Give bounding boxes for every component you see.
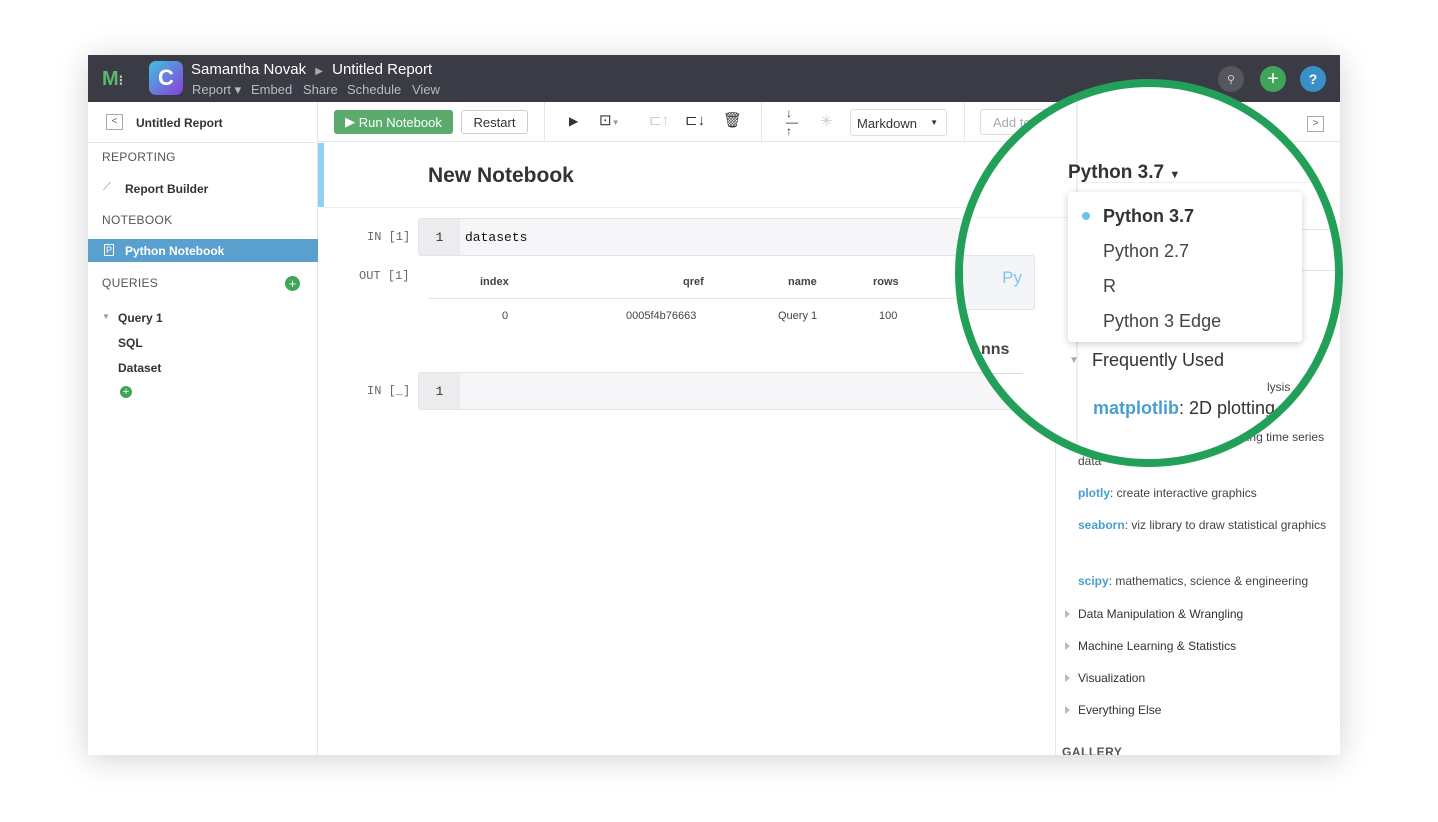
add-dataset-icon[interactable]: + (120, 386, 132, 398)
caret-down-icon[interactable]: ▼ (1069, 355, 1079, 366)
query-sql[interactable]: SQL (118, 336, 143, 350)
collapse-panel-button[interactable]: > (1307, 116, 1324, 132)
move-down-icon[interactable]: ⊏↓ (685, 111, 705, 129)
section-reporting: REPORTING (102, 150, 176, 164)
column-header: index (480, 276, 509, 288)
sparkle-icon[interactable]: ✳ (820, 112, 833, 130)
report-title[interactable]: Untitled Report (332, 61, 432, 78)
category-machine-learning[interactable]: Machine Learning & Statistics (1064, 639, 1236, 653)
search-icon[interactable]: ⚲ (1218, 66, 1244, 92)
table-cell: 0 (502, 310, 509, 322)
table-cell: Query 1 (778, 310, 818, 322)
insert-cell-icon[interactable]: ⊡▼ (599, 111, 620, 129)
category-everything-else[interactable]: Everything Else (1064, 703, 1161, 717)
add-icon[interactable]: + (1260, 66, 1286, 92)
notebook-icon: P (104, 244, 115, 256)
sidebar-item-label: Python Notebook (125, 244, 225, 258)
selected-dot-icon (1082, 212, 1090, 220)
caret-down-icon[interactable]: ▼ (102, 312, 110, 321)
user-link[interactable]: Samantha Novak (191, 61, 306, 78)
cell-prompt: IN [1] (367, 230, 411, 244)
restart-button[interactable]: Restart (461, 110, 528, 134)
menu-report[interactable]: Report ▾ (192, 82, 241, 98)
cell-code[interactable]: datasets (465, 230, 527, 245)
kernel-option-python-27[interactable]: Python 2.7 (1103, 241, 1189, 262)
help-icon[interactable]: ? (1300, 66, 1326, 92)
line-number: 1 (419, 373, 460, 409)
collapse-sidebar-button[interactable]: < (106, 114, 123, 130)
sidebar-title: Untitled Report (136, 116, 223, 130)
highlight-magnifier: Py nns Python 3.7 ▼ Python 3.7 Python 2.… (955, 79, 1343, 467)
out-prompt: OUT [1] (359, 269, 410, 283)
cell-type-select[interactable]: Markdown ▼ (850, 109, 947, 136)
add-query-icon[interactable]: + (285, 276, 300, 291)
column-header: name (788, 276, 817, 288)
py-tab[interactable]: Py (963, 255, 1035, 310)
menu-view[interactable]: View (412, 82, 440, 97)
collapse-icon[interactable]: ↓ — ↑ (786, 107, 798, 137)
library-item: matplotlib: 2D plotting (1093, 398, 1276, 418)
code-cell[interactable]: 1 (418, 372, 1058, 410)
table-cell: 100 (879, 310, 898, 322)
library-item: plotly: create interactive graphics (1078, 486, 1257, 500)
category-data-manipulation[interactable]: Data Manipulation & Wrangling (1064, 607, 1243, 621)
query-dataset[interactable]: Dataset (118, 361, 161, 375)
move-up-icon[interactable]: ⊏↑ (649, 111, 669, 129)
kernel-dropdown: Python 3.7 Python 2.7 R Python 3 Edge (1068, 192, 1302, 342)
gallery-heading: GALLERY (1062, 745, 1123, 755)
library-item: scipy: mathematics, science & engineerin… (1078, 574, 1309, 588)
cell-prompt: IN [_] (367, 384, 411, 398)
kernel-option-r[interactable]: R (1103, 276, 1116, 297)
sidebar-item-python-notebook[interactable]: P Python Notebook (88, 239, 318, 262)
partial-text: lysis (1267, 380, 1291, 394)
library-item: seaborn: viz library to draw statistical… (1078, 518, 1327, 532)
section-queries: QUERIES (102, 276, 159, 290)
report-avatar-icon: C (149, 61, 183, 95)
query-item[interactable]: Query 1 (118, 311, 163, 325)
section-heading-partial: nns (981, 341, 1010, 358)
notebook-title[interactable]: New Notebook (428, 164, 574, 188)
sidebar-item-report-builder[interactable]: Report Builder (125, 182, 208, 196)
column-header: qref (683, 276, 704, 288)
category-visualization[interactable]: Visualization (1064, 671, 1145, 685)
menu-share[interactable]: Share (303, 82, 338, 97)
chart-icon: ⟋ (103, 181, 111, 193)
delete-icon[interactable]: 🗑 (723, 111, 742, 129)
kernel-option-python-3-edge[interactable]: Python 3 Edge (1103, 311, 1221, 332)
kernel-select[interactable]: Python 3.7 ▼ (1068, 162, 1180, 184)
run-notebook-button[interactable]: ▶ Run Notebook (334, 110, 453, 134)
line-number: 1 (419, 219, 460, 255)
section-notebook: NOTEBOOK (102, 213, 173, 227)
frequently-used-toggle[interactable]: Frequently Used (1092, 350, 1224, 371)
breadcrumb: Samantha Novak ▶ Untitled Report (191, 61, 433, 78)
table-cell: 0005f4b76663 (626, 310, 697, 322)
mode-logo-icon[interactable]: M⁝ (102, 68, 123, 91)
column-header: rows (873, 276, 899, 288)
menu-schedule[interactable]: Schedule (347, 82, 401, 97)
sidebar: < Untitled Report REPORTING ⟋ Report Bui… (88, 102, 318, 755)
run-cell-icon[interactable]: ▶ (569, 114, 578, 128)
menu-embed[interactable]: Embed (251, 82, 292, 97)
kernel-option-python-37[interactable]: Python 3.7 (1103, 206, 1194, 227)
